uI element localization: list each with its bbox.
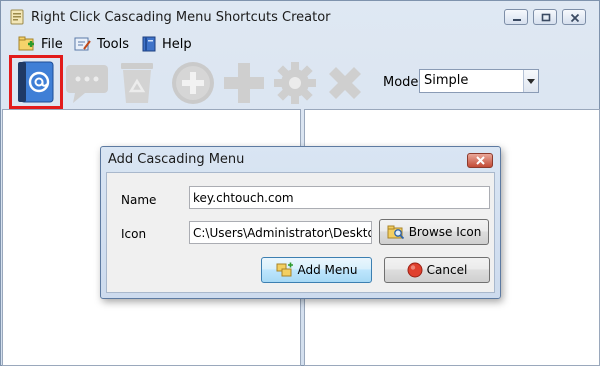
cancel-icon — [407, 262, 423, 278]
settings-button[interactable] — [270, 57, 320, 107]
dropdown-button[interactable] — [523, 70, 538, 92]
cancel-button[interactable]: Cancel — [384, 257, 490, 283]
plus-icon — [224, 63, 264, 103]
dialog-close-button[interactable] — [467, 153, 493, 168]
add-menu-label: Add Menu — [297, 263, 358, 277]
icon-label: Icon — [121, 227, 147, 241]
browse-icon-button[interactable]: Browse Icon — [379, 219, 489, 245]
minimize-icon — [513, 19, 521, 21]
add-circle-icon — [172, 62, 214, 104]
recycle-bin-icon — [121, 63, 153, 103]
help-icon — [142, 36, 156, 52]
menu-tools-label: Tools — [97, 36, 130, 52]
add-menu-icon — [276, 262, 293, 277]
folder-search-icon — [387, 225, 404, 240]
maximize-button[interactable] — [533, 9, 557, 25]
delete-button[interactable] — [320, 57, 370, 107]
gear-icon — [274, 62, 316, 104]
icon-path-field[interactable]: C:\Users\Administrator\Deskto — [189, 221, 372, 244]
menu-bar: File Tools Help — [2, 33, 598, 55]
address-book-icon — [18, 61, 54, 103]
close-button[interactable] — [562, 9, 586, 25]
close-icon — [570, 13, 580, 23]
main-window: Right Click Cascading Menu Shortcuts Cre… — [0, 0, 600, 366]
browse-icon-label: Browse Icon — [408, 225, 482, 239]
mode-value: Simple — [424, 73, 469, 88]
address-book-button[interactable] — [9, 55, 63, 109]
maximize-icon — [541, 13, 551, 22]
file-icon — [18, 36, 34, 51]
minimize-button[interactable] — [504, 9, 528, 25]
menu-help[interactable]: Help — [141, 35, 192, 53]
speech-bubble-icon — [66, 65, 108, 103]
dialog-title: Add Cascading Menu — [108, 152, 245, 167]
delete-x-icon — [329, 67, 361, 99]
menu-file[interactable]: File — [18, 35, 63, 53]
mode-label: Mode — [383, 75, 419, 90]
app-icon — [10, 9, 24, 25]
name-label: Name — [121, 193, 157, 207]
tools-icon — [74, 37, 91, 51]
name-field[interactable]: key.chtouch.com — [189, 186, 490, 209]
plus-button[interactable] — [219, 57, 269, 107]
add-menu-button[interactable]: Add Menu — [261, 257, 372, 283]
window-title: Right Click Cascading Menu Shortcuts Cre… — [31, 10, 331, 25]
mode-select[interactable]: Simple — [419, 69, 539, 93]
close-icon — [476, 156, 485, 165]
menu-help-label: Help — [162, 36, 192, 52]
comment-button[interactable] — [63, 57, 113, 107]
menu-tools[interactable]: Tools — [74, 35, 129, 53]
add-cascading-menu-dialog: Add Cascading Menu Name key.chtouch.com … — [100, 146, 501, 299]
dialog-body: Name key.chtouch.com Icon C:\Users\Admin… — [106, 172, 495, 293]
cancel-label: Cancel — [426, 263, 468, 277]
toolbar: Mode Simple — [2, 55, 598, 109]
chevron-down-icon — [527, 79, 535, 84]
add-circle-button[interactable] — [168, 57, 218, 107]
menu-file-label: File — [41, 36, 63, 52]
title-bar[interactable]: Right Click Cascading Menu Shortcuts Cre… — [1, 1, 599, 33]
recycle-bin-button[interactable] — [112, 57, 162, 107]
